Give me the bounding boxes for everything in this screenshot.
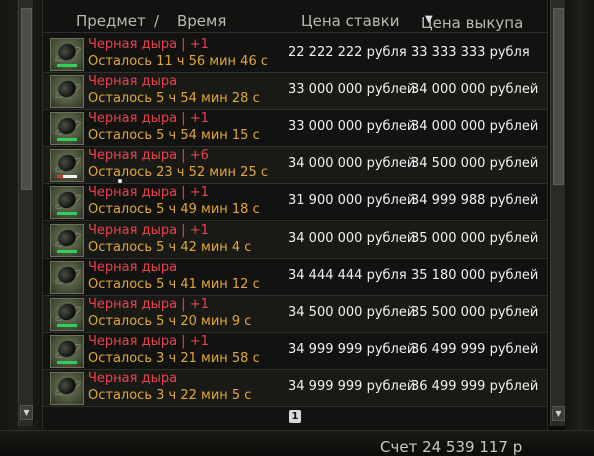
header-separator: / <box>154 12 160 30</box>
black-hole-icon <box>50 223 84 257</box>
lot-row[interactable]: Черная дыра | +1 Осталось 3 ч 21 мин 58 с… <box>43 333 547 370</box>
lot-buyout-price: 34 500 000 рублей <box>411 156 539 172</box>
lot-name: Черная дыра | +1 <box>88 185 209 201</box>
left-scrollbar-thumb[interactable] <box>21 8 32 190</box>
upgrade-level-bar <box>57 249 77 253</box>
lot-row[interactable]: Черная дыра Осталось 5 ч 54 мин 28 с 33 00… <box>43 73 547 111</box>
black-hole-icon <box>50 112 84 146</box>
left-scroll-down-icon[interactable]: ▼ <box>20 405 33 420</box>
lot-buyout-price: 36 499 999 рублей <box>411 378 539 394</box>
upgrade-level-bar <box>57 360 77 364</box>
lot-row[interactable]: Черная дыра | +1 Осталось 5 ч 49 мин 18 с… <box>43 184 547 222</box>
header-bid[interactable]: Цена ставки <box>301 12 399 30</box>
black-hole-icon <box>50 260 84 294</box>
page-number-button[interactable]: 1 <box>289 410 301 423</box>
upgrade-level-bar <box>57 138 77 142</box>
lot-bid-price: 34 000 000 рублей <box>288 230 416 246</box>
lot-bid-price: 34 000 000 рублей <box>288 156 416 172</box>
right-scrollbar[interactable]: ▼ <box>550 0 566 426</box>
lot-time-left: Осталось 5 ч 41 мин 12 с <box>88 276 260 292</box>
black-hole-icon <box>50 38 84 71</box>
lot-name: Черная дыра <box>88 259 178 275</box>
lot-time-left: Осталось 5 ч 54 мин 15 с <box>88 128 260 144</box>
column-header: Предмет / Время Цена ставки Цена выкупа ▼ <box>43 10 547 34</box>
lot-bid-price: 33 000 000 рублей <box>288 119 416 135</box>
sort-desc-icon[interactable]: ▼ <box>425 14 433 25</box>
black-hole-icon <box>50 371 84 405</box>
header-item[interactable]: Предмет <box>76 12 146 30</box>
left-frame: ▼ <box>0 0 42 430</box>
black-hole-icon <box>50 149 84 183</box>
lot-time-left: Осталось 5 ч 54 мин 28 с <box>88 91 260 107</box>
lot-bid-price: 34 444 444 рубля <box>288 267 407 283</box>
lot-time-left: Осталось 5 ч 49 мин 18 с <box>88 202 260 218</box>
lot-time-left: Осталось 3 ч 21 мин 58 с <box>88 350 260 366</box>
lot-bid-price: 31 900 000 рублей <box>288 193 416 209</box>
lot-name: Черная дыра | +6 <box>88 148 209 164</box>
lot-buyout-price: 35 000 000 рублей <box>411 230 539 246</box>
lot-buyout-price: 34 000 000 рублей <box>411 82 539 98</box>
footer-text: Счет 24 539 117 р <box>380 438 523 456</box>
lot-name: Черная дыра | +1 <box>88 296 209 312</box>
cursor-dot <box>118 179 122 183</box>
lot-name: Черная дыра | +1 <box>88 111 209 127</box>
black-hole-icon <box>50 75 84 109</box>
lot-name: Черная дыра | +1 <box>88 333 209 349</box>
right-frame <box>566 0 594 430</box>
lot-buyout-price: 36 499 999 рублей <box>411 341 539 357</box>
lot-buyout-price: 34 999 988 рублей <box>411 193 539 209</box>
right-scroll-down-icon[interactable]: ▼ <box>552 406 565 421</box>
black-hole-icon <box>50 334 84 368</box>
lot-row[interactable]: Черная дыра | +1 Осталось 5 ч 20 мин 9 с 3… <box>43 295 547 333</box>
header-buyout-label[interactable]: Цена выкупа <box>421 14 523 32</box>
lot-name: Черная дыра <box>88 74 178 90</box>
lot-row[interactable]: Черная дыра Осталось 5 ч 41 мин 12 с 34 44… <box>43 259 547 296</box>
upgrade-level-bar <box>57 175 77 179</box>
lot-buyout-price: 35 180 000 рублей <box>411 267 539 283</box>
lot-bid-price: 33 000 000 рублей <box>288 82 416 98</box>
lot-time-left: Осталось 3 ч 22 мин 5 с <box>88 387 252 403</box>
lot-time-left: Осталось 5 ч 20 мин 9 с <box>88 313 252 329</box>
upgrade-level-bar <box>57 323 77 327</box>
lot-row[interactable]: Черная дыра | +1 Осталось 11 ч 56 мин 46 … <box>43 36 547 73</box>
lot-bid-price: 22 222 222 рубля <box>288 45 407 60</box>
lot-buyout-price: 33 333 333 рубля <box>411 45 530 60</box>
lot-time-left: Осталось 5 ч 42 мин 4 с <box>88 239 252 255</box>
header-time[interactable]: Время <box>177 12 226 30</box>
lot-time-left: Осталось 23 ч 52 мин 25 с <box>88 165 268 181</box>
lot-name: Черная дыра | +1 <box>88 37 209 52</box>
lot-row[interactable]: Черная дыра | +1 Осталось 5 ч 42 мин 4 с 3… <box>43 221 547 259</box>
lot-buyout-price: 35 500 000 рублей <box>411 304 539 320</box>
lot-buyout-price: 34 000 000 рублей <box>411 119 539 135</box>
header-divider <box>43 32 547 33</box>
lot-row[interactable]: Черная дыра | +1 Осталось 5 ч 54 мин 15 с… <box>43 110 547 148</box>
auction-list-panel: Предмет / Время Цена ставки Цена выкупа ▼… <box>42 0 548 430</box>
black-hole-icon <box>50 297 84 331</box>
lot-bid-price: 34 999 999 рублей <box>288 378 416 394</box>
upgrade-level-bar <box>57 64 77 67</box>
row-divider <box>43 405 547 407</box>
lot-name: Черная дыра | +1 <box>88 222 209 238</box>
left-scrollbar[interactable]: ▼ <box>18 0 34 426</box>
lot-name: Черная дыра <box>88 370 178 386</box>
lot-bid-price: 34 999 999 рублей <box>288 341 416 357</box>
lot-row[interactable]: Черная дыра Осталось 3 ч 22 мин 5 с 34 999… <box>43 369 547 407</box>
right-scrollbar-thumb[interactable] <box>553 8 564 185</box>
black-hole-icon <box>50 186 84 220</box>
lot-bid-price: 34 500 000 рублей <box>288 304 416 320</box>
upgrade-level-bar <box>57 212 77 216</box>
lot-time-left: Осталось 11 ч 56 мин 46 с <box>88 54 268 69</box>
